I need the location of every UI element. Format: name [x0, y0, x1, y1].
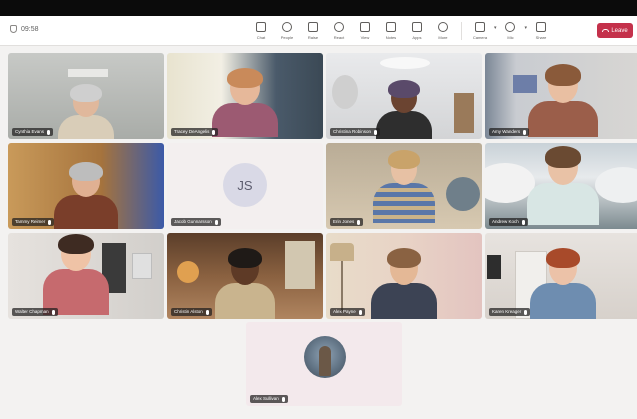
- participant-tile[interactable]: Tracey DeAngelis: [167, 53, 323, 139]
- mic-icon: [521, 219, 525, 225]
- lamp-stand: [341, 261, 343, 311]
- wall-poster: [132, 253, 152, 279]
- participant-name-label: Andrew Koch: [489, 218, 528, 226]
- participant-name-label: Amy Wanders: [489, 128, 530, 136]
- participant-video: [530, 248, 596, 319]
- participant-video: [373, 150, 435, 223]
- mic-icon: [212, 129, 216, 135]
- participant-tile[interactable]: Erin Jones: [326, 143, 482, 229]
- participant-video: [212, 68, 278, 137]
- participant-name-label: Tammy Reimer: [12, 218, 55, 226]
- lamp-glow: [177, 261, 199, 283]
- participant-video: [528, 64, 598, 137]
- mic-icon: [214, 219, 218, 225]
- participant-tile[interactable]: Karen Kreager: [485, 233, 637, 319]
- participant-name-label: Christina Robinson: [330, 128, 381, 136]
- wall-frame: [487, 255, 501, 279]
- mic-icon: [524, 309, 528, 315]
- participant-name-label: Jacob Gunnarsson: [171, 218, 221, 226]
- participant-video: [527, 146, 599, 225]
- participant-video: [54, 162, 118, 229]
- window: [285, 241, 315, 289]
- mic-icon: [281, 396, 285, 402]
- participant-tile[interactable]: Cynthia Evans: [8, 53, 164, 139]
- avatar: [304, 336, 346, 378]
- mic-icon: [205, 309, 209, 315]
- lamp-shade: [330, 243, 354, 261]
- arch-window: [332, 75, 358, 109]
- participant-name-label: Karen Kreager: [489, 308, 531, 316]
- participant-tile[interactable]: Andrew Koch: [485, 143, 637, 229]
- video-grid: Cynthia Evans Tracey DeAngelis Christina…: [0, 0, 637, 419]
- participant-tile[interactable]: Christina Robinson: [326, 53, 482, 139]
- participant-tile[interactable]: Alex Payne: [326, 233, 482, 319]
- participant-tile[interactable]: Christin Alston: [167, 233, 323, 319]
- participant-tile[interactable]: Alex Sullivan: [246, 322, 402, 406]
- participant-name-label: Erin Jones: [330, 218, 364, 226]
- participant-name-label: Christin Alston: [171, 308, 212, 316]
- background-figure: [446, 177, 480, 211]
- participant-name-label: Alex Sullivan: [250, 395, 288, 403]
- wall-sign: [68, 69, 108, 77]
- shelf: [454, 93, 474, 133]
- avatar: JS: [223, 163, 267, 207]
- participant-name-label: Tracey DeAngelis: [171, 128, 219, 136]
- mic-icon: [48, 219, 52, 225]
- participant-tile[interactable]: JS Jacob Gunnarsson: [167, 143, 323, 229]
- avatar-figure: [319, 346, 331, 376]
- participant-tile[interactable]: Walter Chapman: [8, 233, 164, 319]
- participant-video: [58, 84, 114, 139]
- participant-video: [376, 80, 432, 139]
- mic-icon: [358, 309, 362, 315]
- mic-icon: [47, 129, 51, 135]
- mic-icon: [51, 309, 55, 315]
- participant-tile[interactable]: Amy Wanders: [485, 53, 637, 139]
- participant-tile[interactable]: Tammy Reimer: [8, 143, 164, 229]
- participant-video: [43, 234, 109, 315]
- mic-icon: [523, 129, 527, 135]
- participant-name-label: Alex Payne: [330, 308, 365, 316]
- ceiling-light: [380, 57, 430, 69]
- mic-icon: [357, 219, 361, 225]
- participant-name-label: Cynthia Evans: [12, 128, 54, 136]
- participant-video: [215, 248, 275, 319]
- mic-icon: [374, 129, 378, 135]
- participant-video: [371, 248, 437, 319]
- participant-name-label: Walter Chapman: [12, 308, 58, 316]
